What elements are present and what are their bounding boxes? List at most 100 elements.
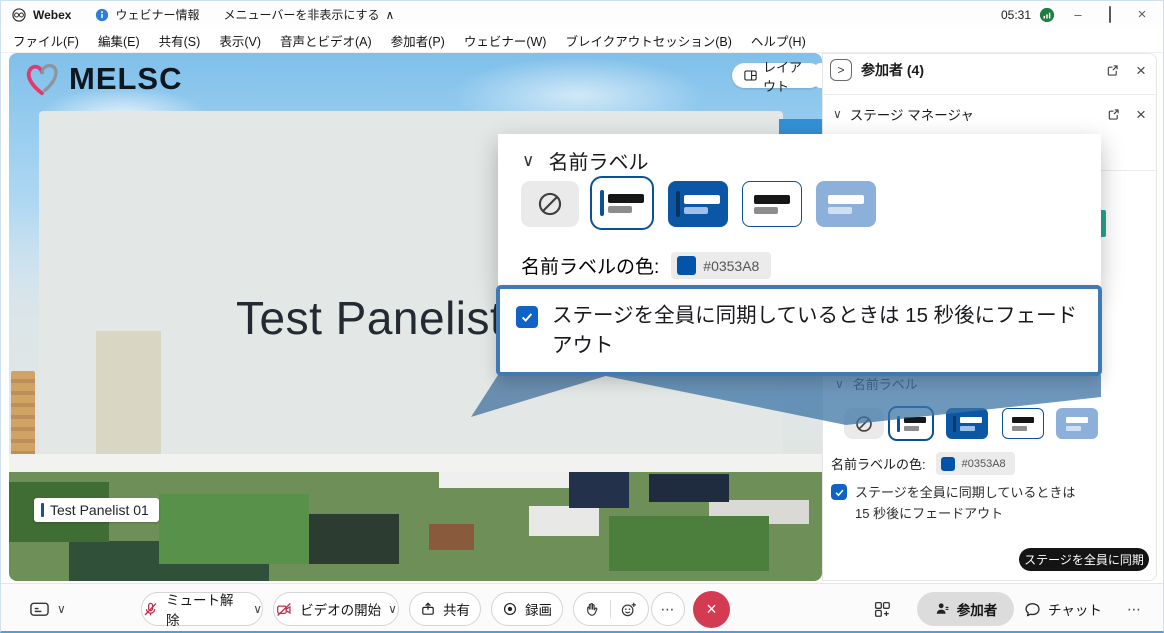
share-icon bbox=[420, 601, 436, 617]
unmute-chevron-icon: ∨ bbox=[253, 602, 262, 616]
more-options-button[interactable]: ⋯ bbox=[651, 592, 685, 626]
popup-style-translucent[interactable] bbox=[816, 181, 876, 227]
collapse-popup-icon[interactable]: ∨ bbox=[522, 151, 534, 171]
close-stage-manager-icon[interactable]: × bbox=[1131, 104, 1151, 124]
start-video-button[interactable]: ビデオの開始 ∨ bbox=[273, 592, 399, 626]
info-icon bbox=[95, 8, 109, 22]
close-window-button[interactable]: × bbox=[1133, 6, 1151, 23]
layout-icon bbox=[743, 68, 758, 83]
layout-button-label: レイアウト bbox=[763, 57, 811, 95]
none-icon bbox=[537, 191, 563, 217]
popup-style-none[interactable] bbox=[521, 181, 579, 227]
name-label-popup: ∨ 名前ラベル 名前ラベルの色: #0353A8 bbox=[498, 134, 1101, 287]
panel-color-label: 名前ラベルの色: bbox=[831, 454, 926, 473]
captions-button[interactable]: ∨ bbox=[29, 592, 66, 626]
maximize-icon bbox=[1109, 6, 1111, 23]
collapse-chevron-icon: ∧ bbox=[386, 8, 395, 22]
melsc-heart-icon bbox=[21, 59, 63, 99]
style-preview bbox=[897, 416, 900, 432]
popout-stage-manager-icon[interactable] bbox=[1103, 104, 1123, 124]
titlebar: Webex ウェビナー情報 メニューバーを非表示にする ∧ 05:31 – × bbox=[1, 1, 1163, 28]
obscured-panel-fragment bbox=[779, 119, 822, 134]
popup-color-row: 名前ラベルの色: #0353A8 bbox=[521, 252, 771, 279]
popup-color-chip[interactable]: #0353A8 bbox=[671, 252, 771, 279]
melsc-logo: MELSC bbox=[21, 59, 183, 99]
panel-divider bbox=[823, 94, 1156, 95]
hide-menubar-button[interactable]: メニューバーを非表示にする ∧ bbox=[223, 6, 394, 23]
popup-style-light-selected[interactable] bbox=[590, 176, 654, 230]
panel-style-outline[interactable] bbox=[1002, 408, 1044, 439]
callout-sync-checkbox[interactable] bbox=[516, 306, 538, 328]
melsc-logo-text: MELSC bbox=[69, 61, 183, 97]
collapse-name-label-icon[interactable]: ∨ bbox=[835, 377, 844, 391]
panel-style-blue[interactable] bbox=[946, 408, 988, 439]
leave-meeting-button[interactable]: × bbox=[693, 591, 730, 628]
menu-participants[interactable]: 参加者(P) bbox=[391, 31, 445, 50]
share-label: 共有 bbox=[443, 599, 470, 619]
unmute-button[interactable]: ミュート解除 ∨ bbox=[141, 592, 263, 626]
panel-sync-label: ステージを全員に同期しているときは 15 秒後にフェードアウト bbox=[855, 482, 1075, 524]
more-panels-button[interactable]: ⋯ bbox=[1127, 592, 1142, 626]
menu-webinar[interactable]: ウェビナー(W) bbox=[464, 31, 547, 50]
expand-participants-button[interactable]: > bbox=[830, 59, 852, 81]
webex-brand: Webex bbox=[11, 7, 71, 23]
meeting-timer: 05:31 bbox=[1001, 8, 1031, 22]
webinar-info-label: ウェビナー情報 bbox=[115, 6, 199, 23]
stage-manager-title: ステージ マネージャ bbox=[850, 104, 974, 124]
raise-hand-button[interactable] bbox=[576, 601, 610, 618]
webinar-info-button[interactable]: ウェビナー情報 bbox=[95, 6, 199, 23]
color-swatch bbox=[941, 457, 955, 471]
panel-sync-checkbox[interactable] bbox=[831, 484, 847, 500]
connection-quality-icon bbox=[1039, 7, 1055, 23]
panel-color-row: 名前ラベルの色: #0353A8 bbox=[831, 452, 1015, 475]
popup-style-outline[interactable] bbox=[742, 181, 802, 227]
panel-name-label-header: ∨ 名前ラベル bbox=[835, 374, 918, 393]
more-options-icon: ⋯ bbox=[661, 601, 676, 618]
record-button[interactable]: 録画 bbox=[491, 592, 563, 626]
sync-stage-to-all-button[interactable]: ステージを全員に同期 bbox=[1019, 548, 1149, 571]
name-label-accent-bar bbox=[41, 503, 44, 517]
chat-button[interactable]: チャット bbox=[1024, 592, 1102, 626]
chat-bubble-icon bbox=[1024, 601, 1041, 618]
close-participants-icon[interactable]: × bbox=[1131, 60, 1151, 80]
popout-participants-icon[interactable] bbox=[1102, 60, 1122, 80]
leave-icon: × bbox=[706, 599, 717, 620]
style-preview bbox=[754, 195, 790, 214]
layout-button[interactable]: レイアウト bbox=[732, 63, 822, 88]
minimize-button[interactable]: – bbox=[1069, 7, 1087, 22]
panel-name-label-title: 名前ラベル bbox=[853, 374, 918, 393]
popup-style-blue[interactable] bbox=[668, 181, 728, 227]
none-icon bbox=[855, 415, 873, 433]
popup-header: ∨ 名前ラベル bbox=[522, 146, 648, 175]
stage-overflow-button[interactable] bbox=[815, 63, 822, 88]
style-preview bbox=[1066, 417, 1088, 431]
collapse-stage-manager-icon[interactable]: ∨ bbox=[833, 107, 842, 121]
panel-style-none[interactable] bbox=[844, 408, 884, 439]
apps-button[interactable] bbox=[873, 592, 892, 626]
panel-style-light-selected[interactable] bbox=[888, 406, 934, 441]
menu-edit[interactable]: 編集(E) bbox=[98, 31, 140, 50]
participants-title: 参加者 (4) bbox=[861, 60, 924, 80]
menu-view[interactable]: 表示(V) bbox=[219, 31, 261, 50]
reactions-button[interactable] bbox=[611, 601, 646, 618]
chat-label: チャット bbox=[1048, 599, 1102, 619]
camera-off-icon bbox=[275, 601, 293, 618]
menu-help[interactable]: ヘルプ(H) bbox=[751, 31, 806, 50]
menu-file[interactable]: ファイル(F) bbox=[13, 31, 79, 50]
panel-style-translucent[interactable] bbox=[1056, 408, 1098, 439]
popup-title: 名前ラベル bbox=[548, 146, 648, 175]
share-button[interactable]: 共有 bbox=[409, 592, 481, 626]
participants-toggle-button[interactable]: 参加者 bbox=[917, 592, 1014, 626]
menu-share[interactable]: 共有(S) bbox=[159, 31, 201, 50]
panel-color-hex: #0353A8 bbox=[962, 458, 1006, 470]
start-video-chevron-icon: ∨ bbox=[388, 602, 397, 616]
reactions-group bbox=[573, 592, 649, 626]
participants-header: > 参加者 (4) × bbox=[830, 59, 1151, 81]
participants-icon bbox=[934, 601, 950, 617]
style-preview bbox=[600, 190, 604, 216]
menu-breakout[interactable]: ブレイクアウトセッション(B) bbox=[565, 31, 731, 50]
panel-color-chip[interactable]: #0353A8 bbox=[936, 452, 1015, 475]
closed-captions-icon bbox=[29, 600, 50, 619]
maximize-button[interactable] bbox=[1101, 7, 1119, 22]
menu-audio-video[interactable]: 音声とビデオ(A) bbox=[280, 31, 372, 50]
